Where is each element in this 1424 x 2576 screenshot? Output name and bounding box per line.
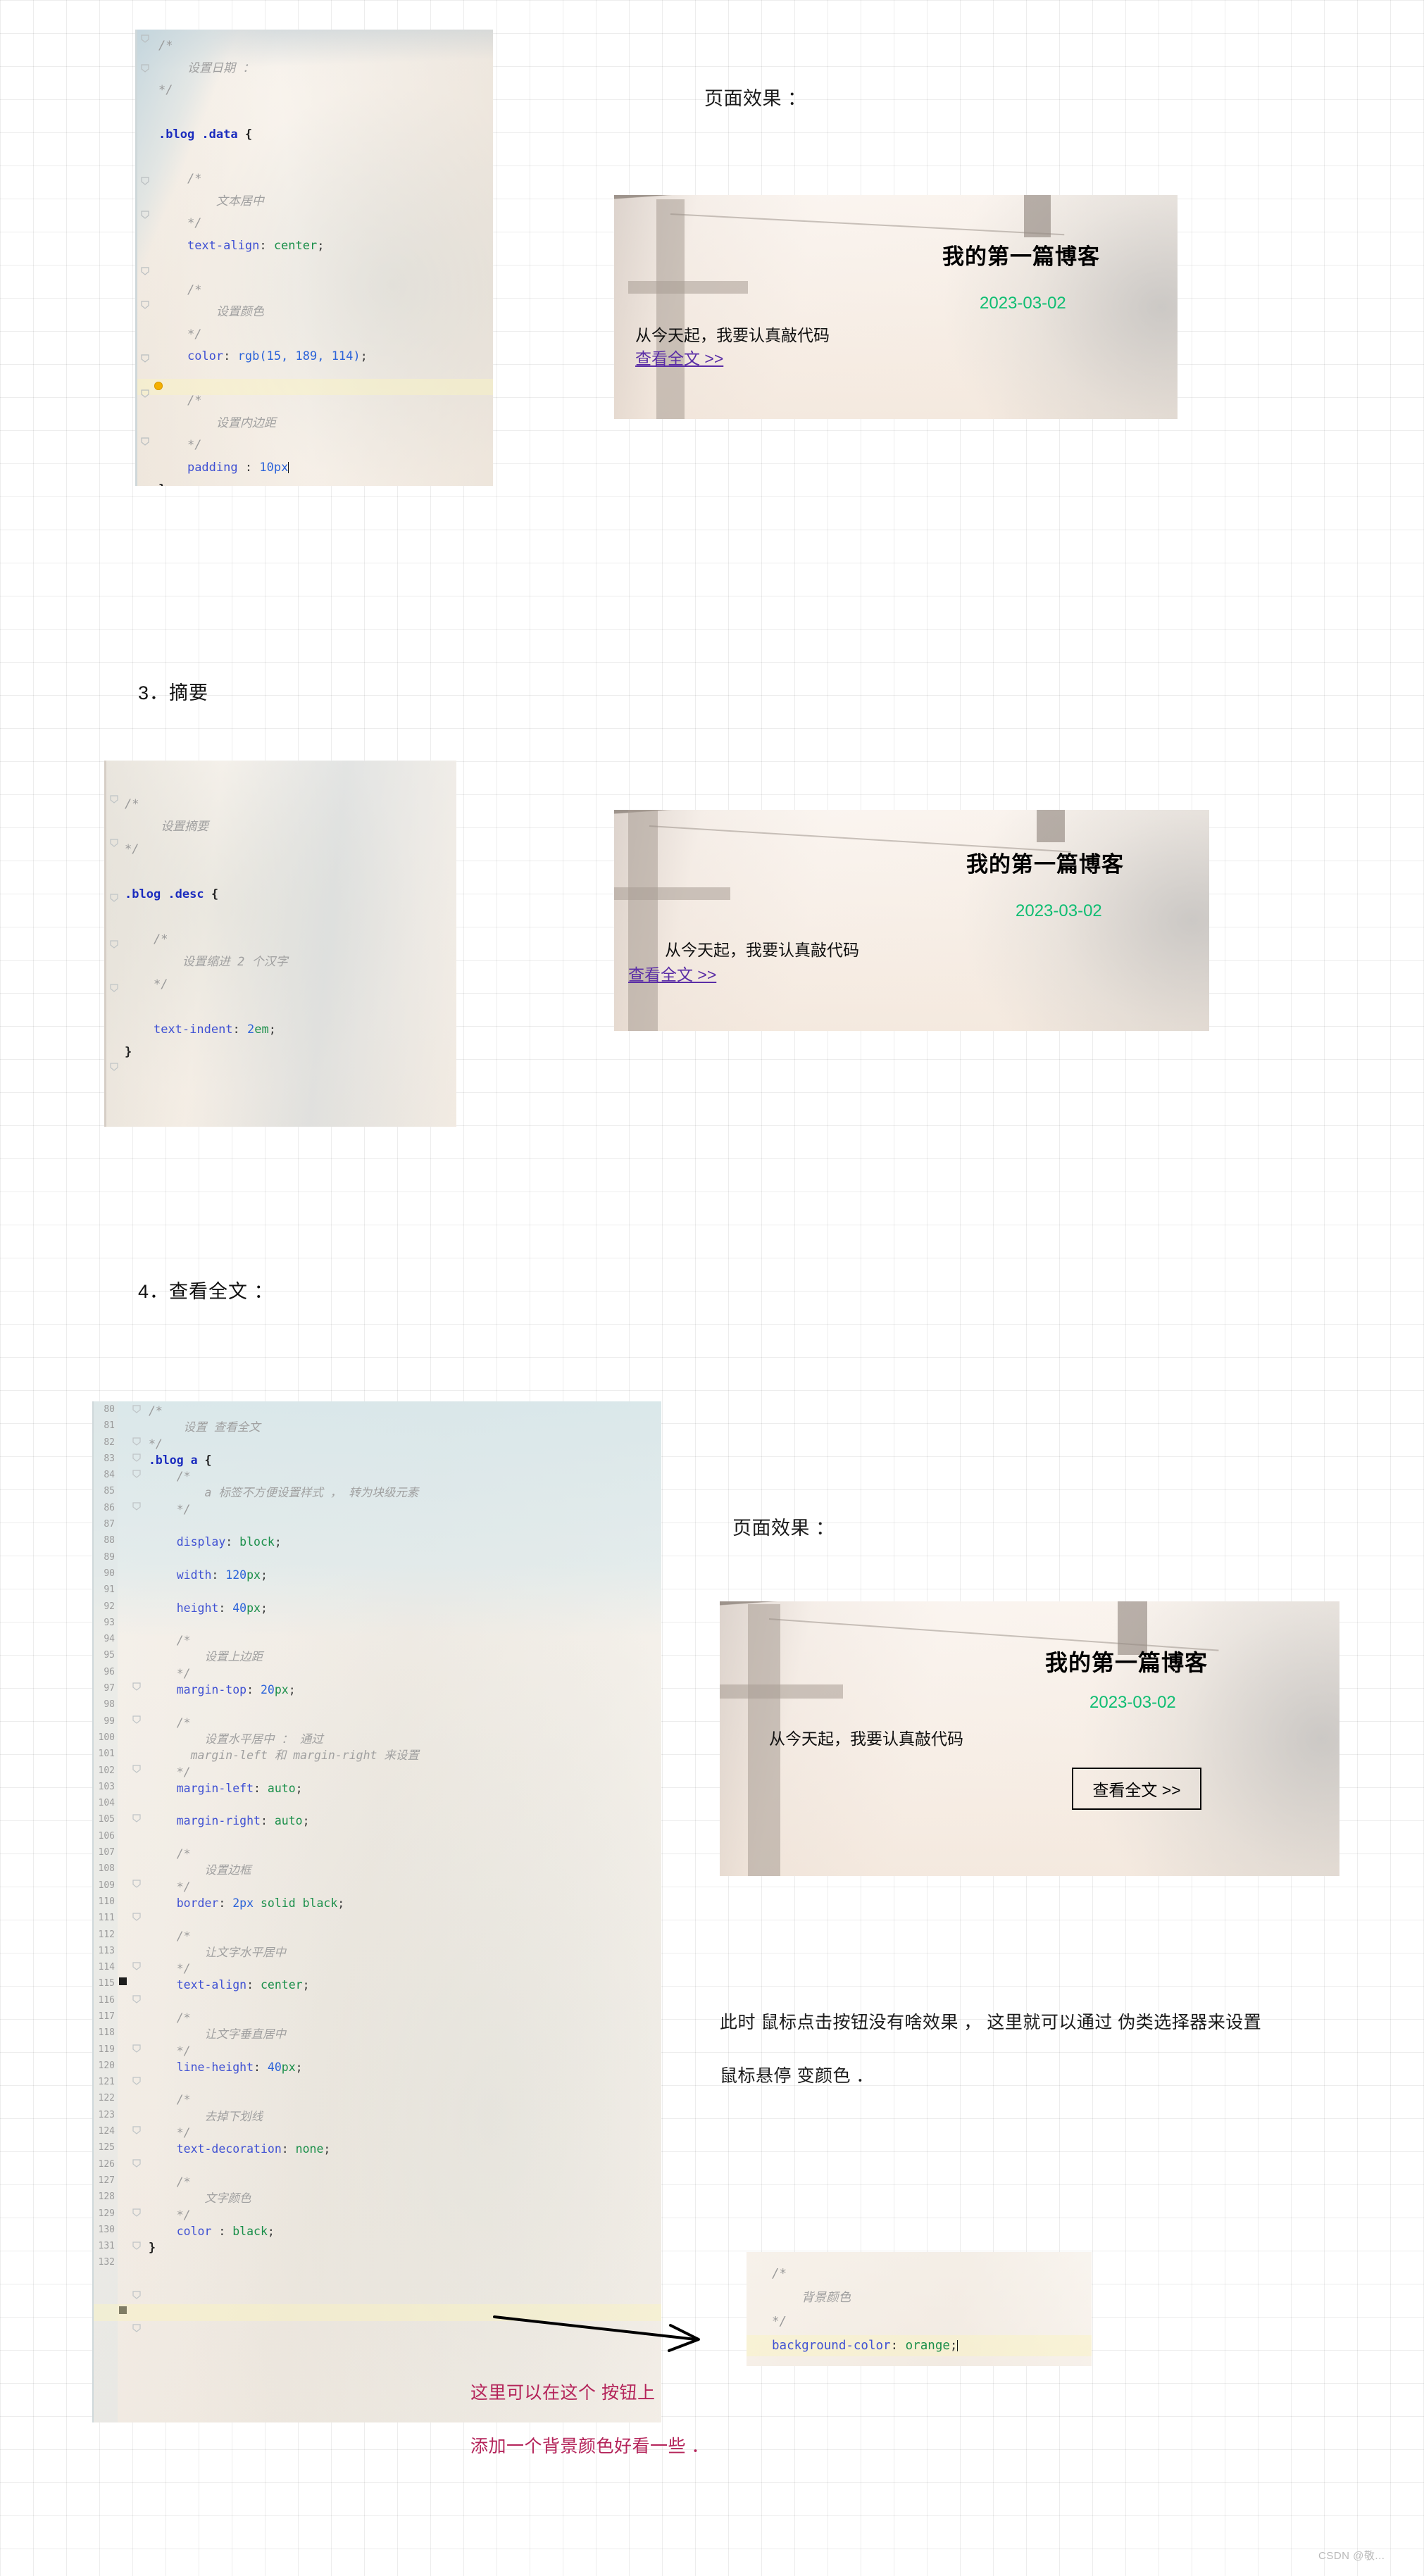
browser-preview-2: 我的第一篇博客 2023-03-02 从今天起，我要认真敲代码 查看全文 >> [614,810,1209,1031]
preview-blog-title: 我的第一篇博客 [942,244,1100,269]
preview-blog-desc: 从今天起，我要认真敲代码 [769,1730,963,1748]
preview-blog-date: 2023-03-02 [980,294,1066,313]
line-number-gutter: 80 81 82 83 84 85 86 87 88 89 90 91 92 9… [94,1401,118,2422]
photo-dark-pole [1037,810,1065,842]
preview-blog-date: 2023-03-02 [1089,1693,1176,1712]
preview-readmore-link[interactable]: 查看全文 >> [635,345,723,369]
preview-label-2: 页面效果 ： [732,1518,835,1539]
code-block-summary[interactable]: /* 设置摘要 */ .blog .desc { /* 设置缩进 2 个汉字 *… [104,761,456,1127]
browser-preview-3: 我的第一篇博客 2023-03-02 从今天起，我要认真敲代码 查看全文 >> [720,1601,1339,1876]
code-fold-gutter[interactable] [139,30,154,486]
explain-text-line1: 此时 鼠标点击按钮没有啥效果 ， 这里就可以通过 伪类选择器来设置 [720,2013,1262,2032]
photo-crossbar [628,281,748,294]
code-text-hover[interactable]: /* 背景颜色 */ background-color: orange; [772,2262,958,2358]
explain-text-line2: 鼠标悬停 变颜色 ． [720,2066,874,2086]
code-text-readmore[interactable]: /* 设置 查看全文 */ .blog a { /* a 标签不方便设置样式 ，… [149,1403,419,2256]
preview-blog-date: 2023-03-02 [1016,901,1102,920]
code-block-date[interactable]: /* 设置日期 ： */ .blog .data { /* 文本居中 */ te… [135,30,493,486]
red-annotation-line1: 这里可以在这个 按钮上 [470,2383,656,2403]
photo-crossbar [720,1684,843,1699]
preview-blog-desc: 从今天起，我要认真敲代码 [665,941,859,959]
notes-page: /* 设置日期 ： */ .blog .data { /* 文本居中 */ te… [0,0,1424,2576]
photo-pole [628,810,658,1031]
preview-blog-title: 我的第一篇博客 [1045,1650,1208,1675]
preview-background-photo [614,810,1209,1031]
code-text-date[interactable]: /* 设置日期 ： */ .blog .data { /* 文本居中 */ te… [158,35,368,486]
fold-markers-icon [141,35,149,446]
fold-markers-icon [110,795,118,1071]
line-numbers: 80 81 82 83 84 85 86 87 88 89 90 91 92 9… [98,1404,115,2268]
current-line-highlight [94,2304,661,2321]
breakpoint-marker[interactable] [119,1977,127,1985]
preview-readmore-button[interactable]: 查看全文 >> [1072,1768,1201,1810]
fold-markers-icon [132,1405,141,2332]
photo-dark-pole [1024,195,1051,237]
preview-blog-desc: 从今天起，我要认真敲代码 [635,326,830,344]
code-text-summary[interactable]: /* 设置摘要 */ .blog .desc { /* 设置缩进 2 个汉字 *… [125,793,288,1063]
preview-background-photo [614,195,1178,419]
red-annotation-line2: 添加一个背景颜色好看一些 ． [470,2437,709,2456]
code-fold-gutter[interactable] [130,1401,146,2422]
code-fold-gutter[interactable] [108,761,123,1127]
code-block-readmore[interactable]: 80 81 82 83 84 85 86 87 88 89 90 91 92 9… [92,1401,661,2422]
csdn-watermark: CSDN @敬... [1318,2550,1385,2562]
code-block-hover[interactable]: /* 背景颜色 */ background-color: orange; [747,2252,1092,2366]
heading-readmore: 4．查看全文 ： [138,1281,274,1302]
preview-readmore-link[interactable]: 查看全文 >> [628,961,716,985]
photo-crossbar [614,887,730,900]
browser-preview-1: 我的第一篇博客 2023-03-02 从今天起，我要认真敲代码 查看全文 >> [614,195,1178,419]
heading-summary: 3．摘要 [138,682,209,704]
photo-pole [656,199,685,419]
preview-blog-title: 我的第一篇博客 [966,852,1124,877]
preview-label-1: 页面效果 ： [704,88,807,109]
